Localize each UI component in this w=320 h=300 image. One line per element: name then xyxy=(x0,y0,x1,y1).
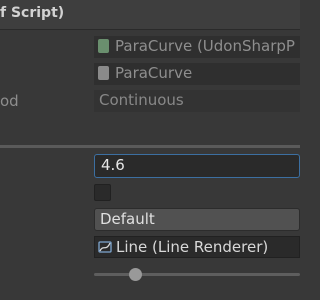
line-renderer-icon xyxy=(98,241,112,253)
slider-thumb[interactable] xyxy=(129,268,143,281)
script-asset-icon xyxy=(98,39,109,53)
script-object-field[interactable]: ParaCurve (UdonSharpP xyxy=(94,36,300,58)
sync-method-dropdown: Continuous xyxy=(94,90,300,112)
script-object-value: ParaCurve (UdonSharpP xyxy=(115,37,295,55)
component-title: f Script) xyxy=(0,5,65,21)
component-header[interactable]: f Script) xyxy=(0,0,300,30)
section-divider xyxy=(0,145,300,148)
slider-track[interactable] xyxy=(94,273,300,276)
sync-method-value: Continuous xyxy=(99,91,184,109)
mode-dropdown[interactable]: Default xyxy=(94,208,300,231)
number-input-field[interactable]: 4.6 xyxy=(94,154,300,178)
mode-dropdown-value: Default xyxy=(100,210,155,228)
program-source-value: ParaCurve xyxy=(115,64,193,82)
program-asset-icon xyxy=(98,66,109,80)
line-renderer-value: Line (Line Renderer) xyxy=(116,238,269,256)
line-renderer-object-field[interactable]: Line (Line Renderer) xyxy=(94,236,300,258)
program-source-object-field[interactable]: ParaCurve xyxy=(94,63,300,85)
toggle-checkbox[interactable] xyxy=(94,184,111,201)
sync-method-label: od xyxy=(0,92,19,110)
